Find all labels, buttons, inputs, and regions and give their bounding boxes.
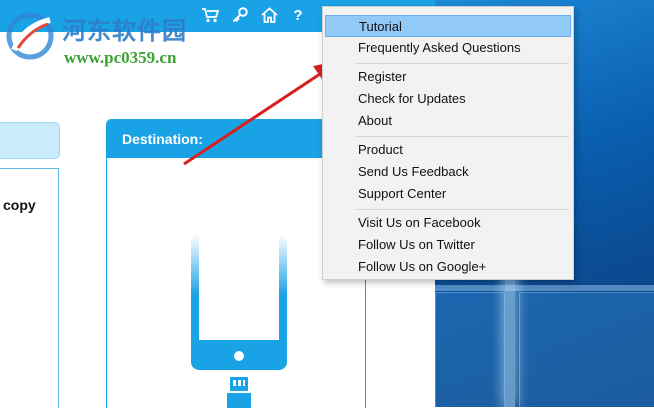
- menu-item-feedback[interactable]: Send Us Feedback: [325, 161, 571, 183]
- menu-separator: [355, 209, 569, 210]
- menu-separator: [355, 136, 569, 137]
- desktop-light-beam: [435, 285, 654, 291]
- menu-item-facebook[interactable]: Visit Us on Facebook: [325, 212, 571, 234]
- menu-item-google-plus[interactable]: Follow Us on Google+: [325, 256, 571, 278]
- desktop-window-pane: [435, 292, 505, 407]
- help-dropdown-menu: Tutorial Frequently Asked Questions Regi…: [322, 6, 574, 280]
- desktop-window-pane: [519, 292, 654, 407]
- menu-item-support-center[interactable]: Support Center: [325, 183, 571, 205]
- menu-item-faq[interactable]: Frequently Asked Questions: [325, 37, 571, 59]
- menu-item-product[interactable]: Product: [325, 139, 571, 161]
- menu-item-twitter[interactable]: Follow Us on Twitter: [325, 234, 571, 256]
- menu-separator: [355, 63, 569, 64]
- menu-item-check-updates[interactable]: Check for Updates: [325, 88, 571, 110]
- menu-item-register[interactable]: Register: [325, 66, 571, 88]
- menu-item-about[interactable]: About: [325, 110, 571, 132]
- menu-item-tutorial[interactable]: Tutorial: [325, 15, 571, 37]
